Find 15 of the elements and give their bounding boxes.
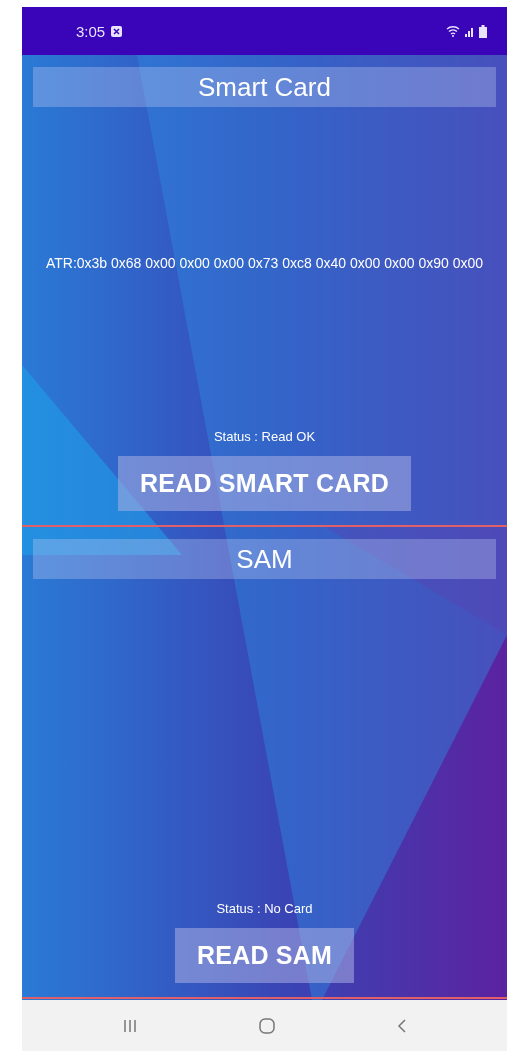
section-header: SAM [33, 539, 496, 579]
signal-icon [464, 25, 475, 37]
status-text: Status : No Card [216, 901, 313, 916]
status-text: Status : Read OK [213, 429, 316, 444]
recent-apps-icon[interactable] [123, 1018, 137, 1033]
read-button[interactable]: READ SAM [175, 928, 354, 983]
clock: 3:05 [76, 22, 106, 40]
battery-icon [479, 24, 487, 38]
home-icon[interactable] [259, 1017, 275, 1034]
atr-text: ATR:0x3b 0x68 0x00 0x00 0x00 0x73 0xc8 0x40 0x00 0x00 0x90 0x00 [45, 255, 484, 272]
notification-icon [111, 25, 123, 37]
back-icon[interactable] [397, 1018, 406, 1033]
read-button[interactable]: READ SMART CARD [118, 456, 411, 511]
section-header: Smart Card [33, 67, 496, 107]
wifi-icon [446, 25, 460, 37]
